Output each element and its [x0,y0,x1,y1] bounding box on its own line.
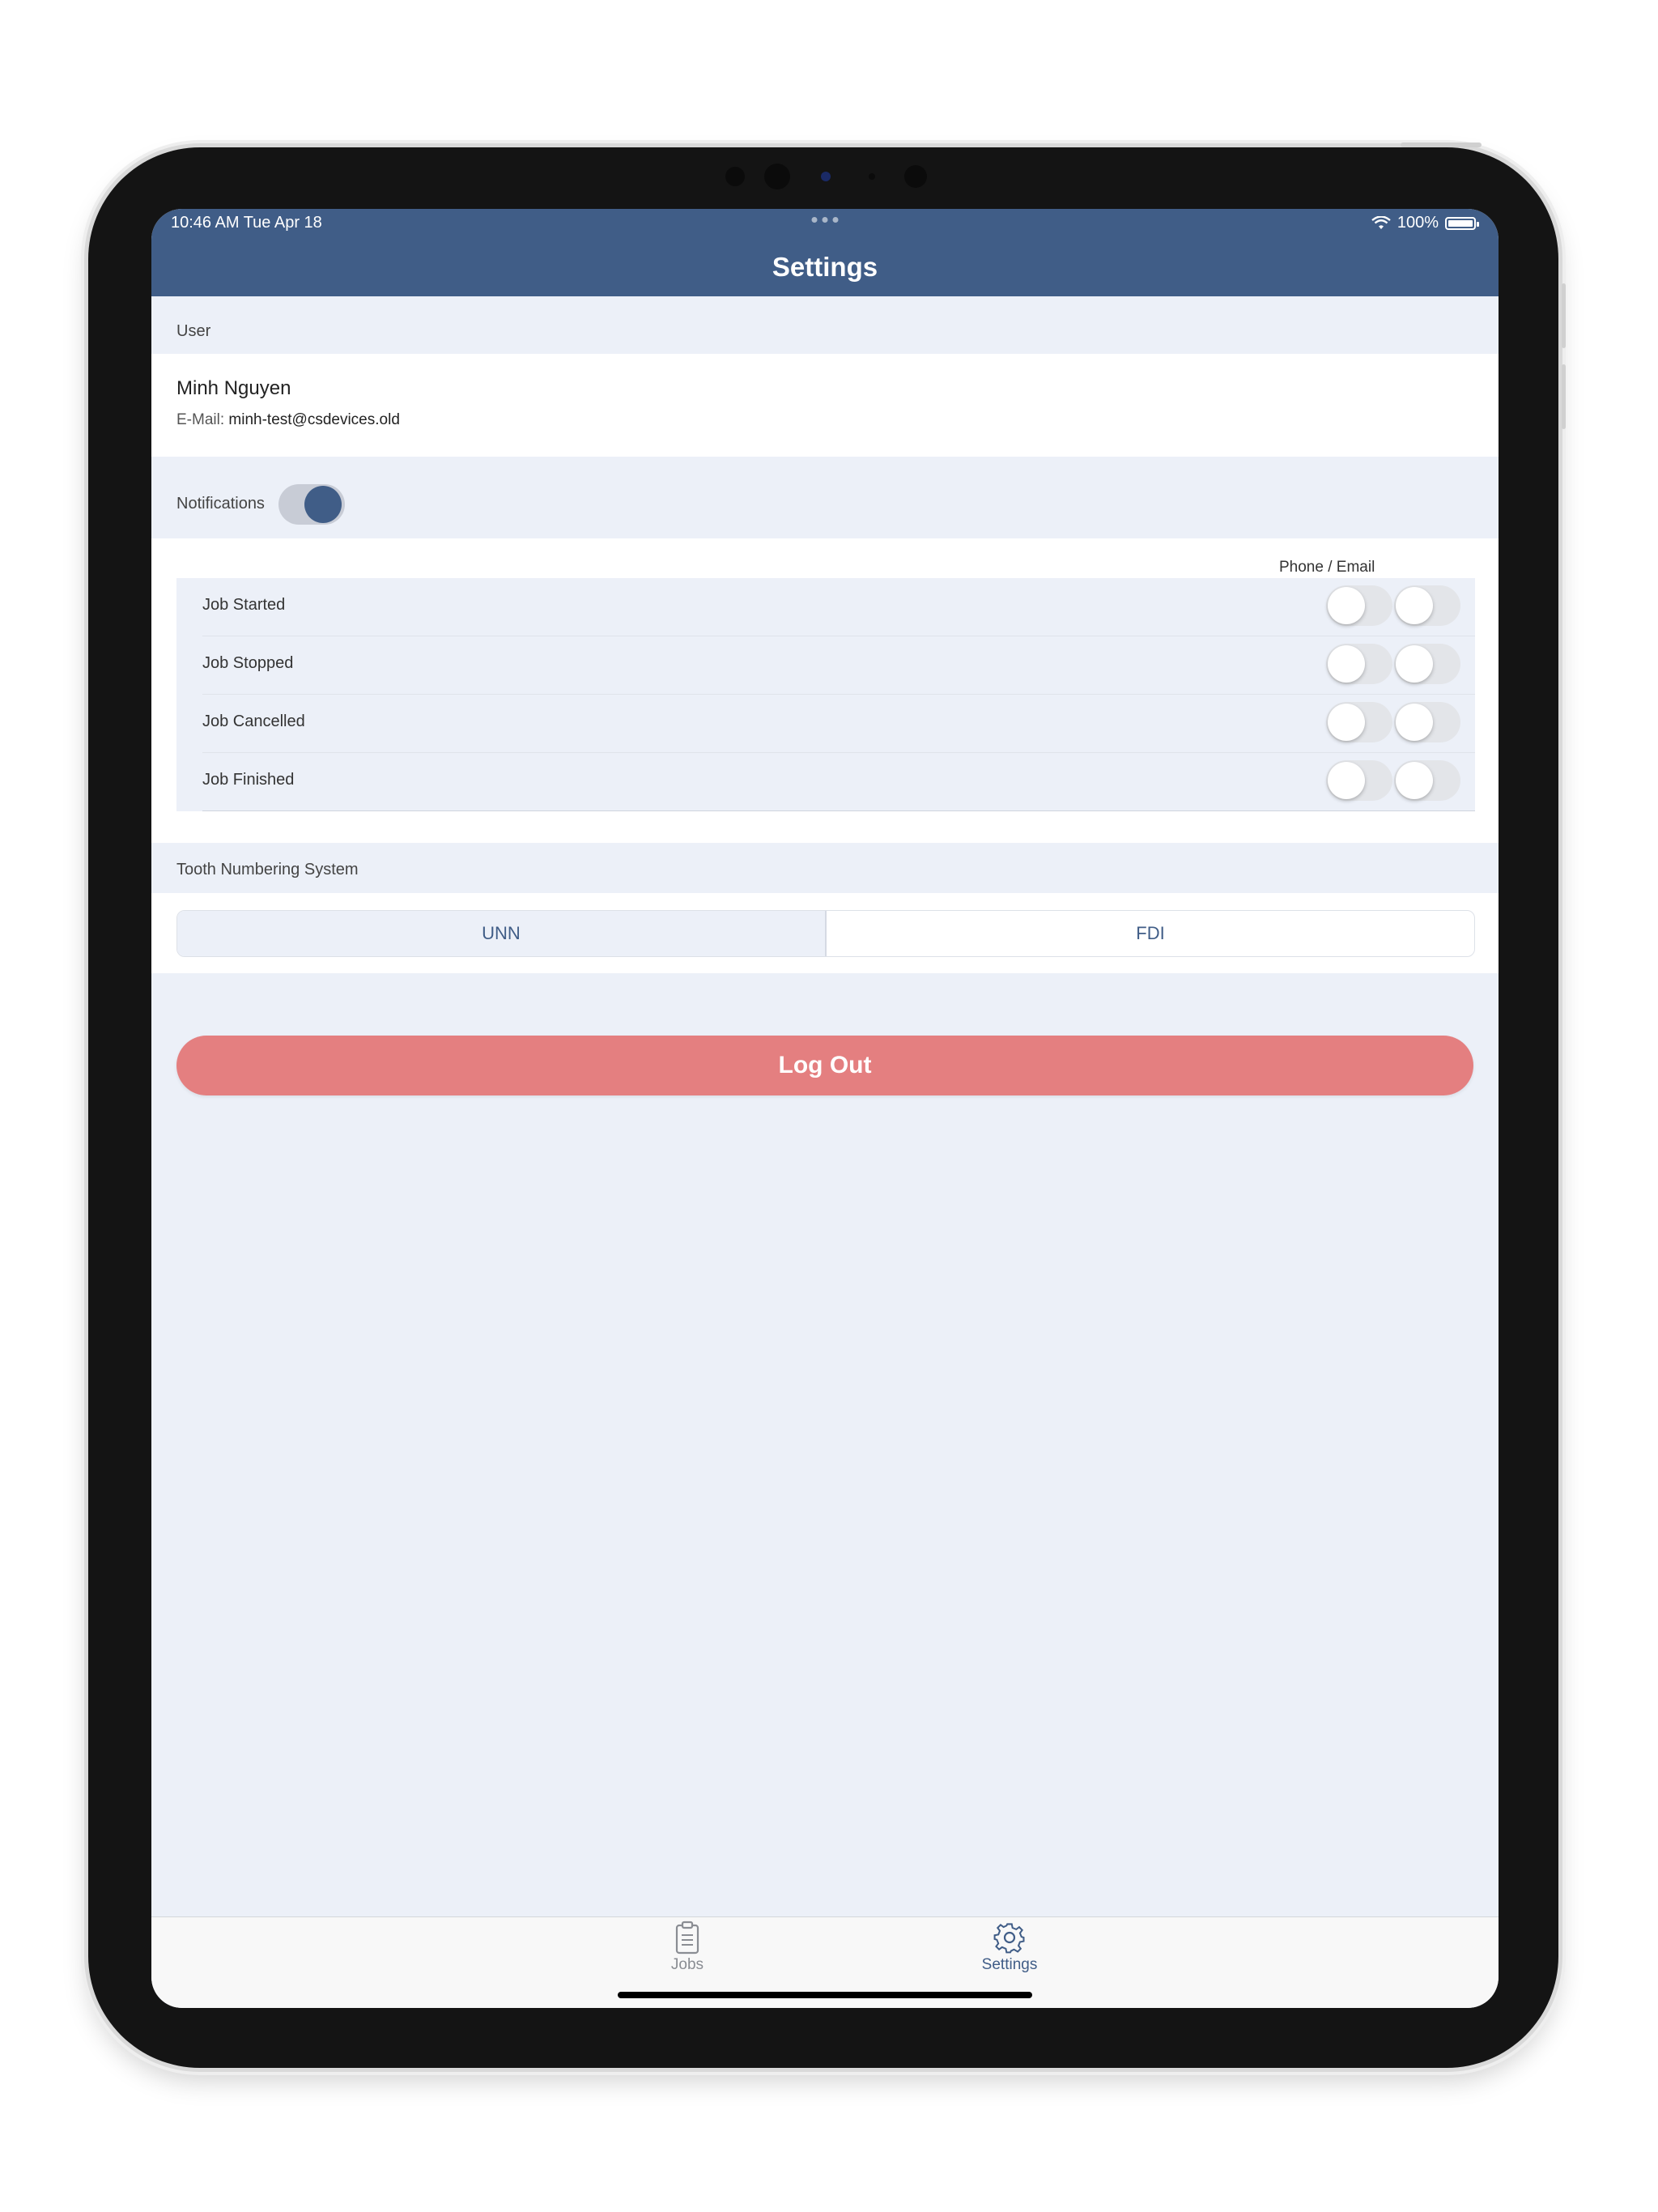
volume-down-button [1562,364,1566,429]
tab-bar: Jobs Settings [151,1916,1499,2008]
user-section-label: User [176,322,211,340]
event-label-job-stopped: Job Stopped [202,654,294,672]
notifications-label: Notifications [176,495,265,513]
status-indicators: 100% [1371,214,1479,232]
job-finished-phone-toggle[interactable] [1326,760,1392,801]
notification-events-list [176,578,1475,811]
status-time: 10:46 AM Tue Apr 18 [171,214,322,232]
event-label-job-finished: Job Finished [202,771,295,789]
camera-sensor [869,173,875,180]
tab-jobs[interactable]: Jobs [647,1921,728,1974]
job-stopped-phone-toggle[interactable] [1326,644,1392,684]
screen: 10:46 AM Tue Apr 18 100% Settings User M… [151,209,1499,2008]
event-label-job-cancelled: Job Cancelled [202,713,305,730]
row-divider [202,810,1475,811]
job-cancelled-phone-toggle[interactable] [1326,702,1392,742]
event-label-job-started: Job Started [202,596,286,614]
job-stopped-email-toggle[interactable] [1394,644,1460,684]
wifi-icon [1371,215,1391,229]
top-button [1401,143,1482,147]
user-card [151,354,1499,457]
camera-sensor [764,164,790,189]
user-email: minh-test@csdevices.old [228,411,400,428]
multitasking-dots[interactable] [811,217,839,223]
segment-unn[interactable]: UNN [177,911,827,956]
phone-email-header: Phone / Email [1279,559,1375,576]
user-name: Minh Nguyen [176,377,291,399]
navigation-bar: 10:46 AM Tue Apr 18 100% Settings [151,209,1499,296]
gear-icon [993,1923,1025,1954]
clipboard-icon [675,1921,699,1955]
row-divider [202,694,1475,695]
logout-button[interactable]: Log Out [176,1036,1473,1095]
home-indicator[interactable] [618,1992,1032,1998]
tab-settings[interactable]: Settings [961,1921,1058,1974]
battery-icon [1445,216,1479,230]
job-cancelled-email-toggle[interactable] [1394,702,1460,742]
tooth-numbering-label: Tooth Numbering System [176,861,359,878]
camera-sensor [725,167,745,186]
camera-sensor [904,165,927,188]
tooth-numbering-segmented-control: UNN FDI [176,910,1475,957]
notifications-toggle[interactable] [278,484,345,525]
job-finished-email-toggle[interactable] [1394,760,1460,801]
job-started-email-toggle[interactable] [1394,585,1460,626]
battery-percentage: 100% [1397,214,1439,232]
volume-up-button [1562,283,1566,348]
tab-settings-label: Settings [981,1956,1038,1973]
user-email-line: E-Mail: minh-test@csdevices.old [176,411,400,429]
page-title: Settings [772,252,878,282]
row-divider [202,752,1475,753]
tab-jobs-label: Jobs [670,1956,704,1973]
job-started-phone-toggle[interactable] [1326,585,1392,626]
email-label: E-Mail: [176,411,225,428]
segment-fdi[interactable]: FDI [827,911,1474,956]
camera-lens [821,172,831,181]
